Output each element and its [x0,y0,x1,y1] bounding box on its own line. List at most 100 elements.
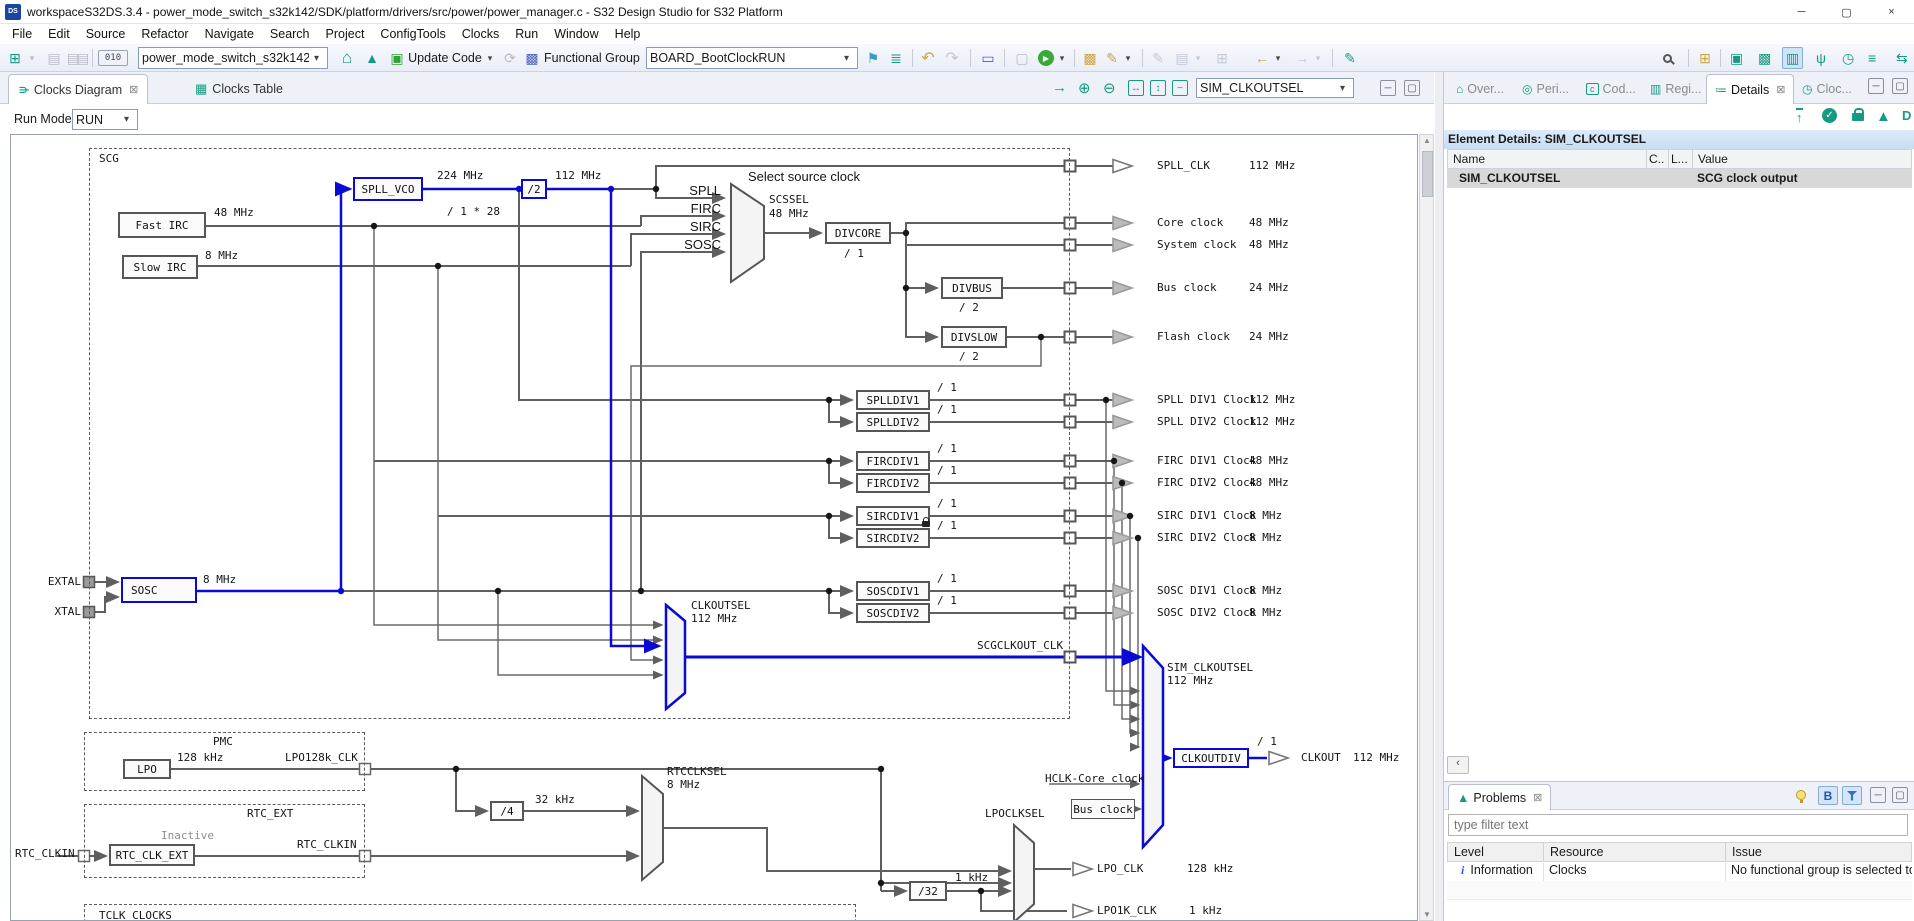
soscdiv1-block[interactable]: SOSCDIV1 [856,581,930,601]
mux-rtcclksel[interactable] [641,773,664,883]
maximize-button[interactable]: ▢ [1824,0,1869,24]
tab-overview[interactable]: ⌂ Over... [1450,74,1510,104]
run-dropdown-icon[interactable]: ▾ [1056,47,1068,69]
div4-block[interactable]: /4 [490,801,524,821]
binary-view-icon[interactable]: 010 [98,50,128,66]
group-by-button[interactable]: B [1818,786,1838,805]
details-row-name[interactable]: SIM_CLKOUTSEL [1447,169,1692,188]
problems-minimize-icon[interactable]: ─ [1870,787,1886,803]
save-all-icon[interactable]: ▤▤ [64,47,89,69]
perspective-usb-icon[interactable]: ψ [1812,47,1830,69]
terminal-icon[interactable]: ▭ [978,47,998,69]
lock-config-icon[interactable] [1852,108,1864,121]
tab-problems[interactable]: ▲ Problems ⊠ [1448,784,1552,810]
menu-file[interactable]: File [4,25,40,43]
update-code-dropdown-icon[interactable]: ▾ [484,47,496,69]
fit-height-icon[interactable]: ↕ [1150,80,1166,96]
perspective-gauge-icon[interactable]: ◷ [1838,47,1858,69]
clkoutdiv-block[interactable]: CLKOUTDIV [1173,748,1249,768]
search-icon[interactable] [1656,47,1678,69]
problem-row-level[interactable]: i Information [1447,863,1544,881]
back-dropdown-icon[interactable]: ▾ [1272,47,1284,69]
sircdiv1-block[interactable]: SIRCDIV1 [856,506,930,526]
rtc-clk-ext-block[interactable]: RTC_CLK_EXT [109,844,195,866]
show-warnings-icon[interactable]: ▲ [1876,108,1891,125]
forward-icon[interactable]: → [1292,47,1312,69]
annotations-dropdown-icon[interactable]: ▾ [1192,47,1204,69]
run-mode-selector[interactable]: RUN ▾ [72,109,138,130]
div32-block[interactable]: /32 [909,881,947,901]
redo-icon[interactable]: ↷ [942,47,962,69]
column-l[interactable]: L... [1668,149,1693,169]
tab-clocks-diagram[interactable]: ⋔ Clocks Diagram ⊠ [8,74,149,104]
menu-run[interactable]: Run [507,25,546,43]
tab-clocks[interactable]: ◷ Cloc... [1796,74,1858,104]
functional-group-selector[interactable]: BOARD_BootClockRUN ▾ [646,47,858,69]
minimize-button[interactable]: ─ [1779,0,1824,24]
diagram-vertical-scrollbar[interactable]: ▲ ▼ [1419,134,1434,921]
problem-row-issue[interactable]: No functional group is selected to [1725,863,1912,881]
filter-icon[interactable] [1842,786,1862,805]
slow-irc-block[interactable]: Slow IRC [122,255,198,279]
flag-icon[interactable]: ⚑ [864,47,882,69]
validate-ok-icon[interactable]: ✓ [1822,108,1837,123]
menu-project[interactable]: Project [318,25,373,43]
external-tools-icon[interactable]: ✎ [1102,47,1122,69]
details-row-value[interactable]: SCG clock output [1692,169,1912,188]
divslow-block[interactable]: DIVSLOW [941,326,1007,348]
goto-element-icon[interactable]: → [1052,79,1067,96]
external-tools-dropdown-icon[interactable]: ▾ [1122,47,1134,69]
clocks-diagram-canvas[interactable]: SCG PMC RTC_EXT TCLK_CLOCKS Fast IRC 48 … [10,134,1418,921]
fircdiv1-block[interactable]: FIRCDIV1 [856,451,930,471]
zoom-in-icon[interactable]: ⊕ [1078,79,1091,97]
forward-dropdown-icon[interactable]: ▾ [1312,47,1324,69]
menu-refactor[interactable]: Refactor [133,25,196,43]
menu-clocks[interactable]: Clocks [454,25,508,43]
column-c[interactable]: C.. [1646,149,1669,169]
mux-sim-clkoutsel[interactable] [1141,642,1165,851]
next-annotation-icon[interactable]: ⊞ [1212,47,1232,69]
problems-column-issue[interactable]: Issue [1725,842,1912,862]
panel-maximize-icon[interactable]: ▢ [1892,78,1908,94]
menu-help[interactable]: Help [607,25,649,43]
d-icon[interactable]: D [1902,108,1911,123]
mux-lpoclksel[interactable] [1013,822,1035,921]
menu-search[interactable]: Search [262,25,318,43]
perspective-code-icon[interactable]: ▣ [1726,47,1747,69]
tab-close-icon[interactable]: ⊠ [1533,791,1542,804]
validation-warning-icon[interactable]: ▲ [362,47,382,69]
perspective-chip-icon[interactable]: ▩ [1754,47,1775,69]
menu-navigate[interactable]: Navigate [197,25,262,43]
perspective-pins-icon[interactable]: ▥ [1782,47,1804,69]
lpo-block[interactable]: LPO [123,759,171,779]
pin-editor-icon[interactable]: ✎ [1340,47,1360,69]
spll-postdiv-block[interactable]: /2 [521,179,547,199]
update-code-button[interactable]: Update Code [406,47,484,69]
new-dropdown-icon[interactable]: ▾ [26,47,38,69]
tab-registers[interactable]: ▥ Regi... [1644,74,1707,104]
tab-close-icon[interactable]: ⊠ [1776,83,1785,96]
splldiv2-block[interactable]: SPLLDIV2 [856,412,930,432]
sircdiv2-block[interactable]: SIRCDIV2 [856,528,930,548]
perspective-flow-icon[interactable]: ⇆ [1892,47,1912,69]
divbus-block[interactable]: DIVBUS [941,277,1003,299]
back-icon[interactable]: ← [1252,47,1272,69]
problems-column-resource[interactable]: Resource [1543,842,1726,862]
menu-source[interactable]: Source [78,25,134,43]
collapse-icon[interactable]: − [1172,80,1188,96]
debug-icon[interactable]: ▢ [1012,47,1032,69]
peripherals-tool-icon[interactable]: ▩ [522,47,542,69]
element-selector[interactable]: SIM_CLKOUTSEL ▾ [1196,78,1354,98]
fircdiv2-block[interactable]: FIRCDIV2 [856,473,930,493]
view-maximize-icon[interactable]: ▢ [1404,80,1420,96]
soscdiv2-block[interactable]: SOSCDIV2 [856,603,930,623]
panel-minimize-icon[interactable]: ─ [1868,78,1884,94]
tab-close-icon[interactable]: ⊠ [129,83,138,96]
home-icon[interactable]: ⌂ [336,47,358,69]
tab-clocks-table[interactable]: ▦ Clocks Table [186,74,292,104]
menu-edit[interactable]: Edit [40,25,78,43]
menu-window[interactable]: Window [546,25,606,43]
fast-irc-block[interactable]: Fast IRC [118,212,206,238]
save-icon[interactable]: ▤ [44,47,64,69]
open-perspective-icon[interactable]: ⊞ [1694,47,1716,69]
